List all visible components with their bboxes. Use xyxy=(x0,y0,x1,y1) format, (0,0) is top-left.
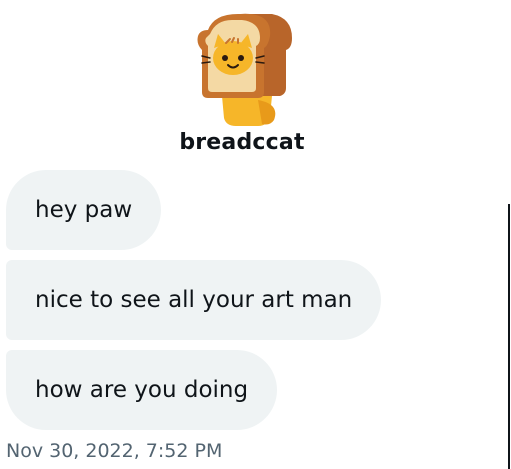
bread-cat-icon xyxy=(197,13,292,126)
conversation-header: breadccat xyxy=(0,0,484,165)
message-bubble[interactable]: how are you doing xyxy=(6,350,278,430)
message-text: how are you doing xyxy=(35,377,249,403)
message-timestamp: Nov 30, 2022, 7:52 PM xyxy=(6,440,223,462)
message-text: nice to see all your art man xyxy=(35,287,353,313)
scrollbar[interactable] xyxy=(508,204,510,469)
message-bubble[interactable]: nice to see all your art man xyxy=(6,260,382,340)
message-bubble[interactable]: hey paw xyxy=(6,170,162,250)
username: breadccat xyxy=(179,130,305,155)
avatar[interactable] xyxy=(188,8,296,128)
message-text: hey paw xyxy=(35,197,133,223)
